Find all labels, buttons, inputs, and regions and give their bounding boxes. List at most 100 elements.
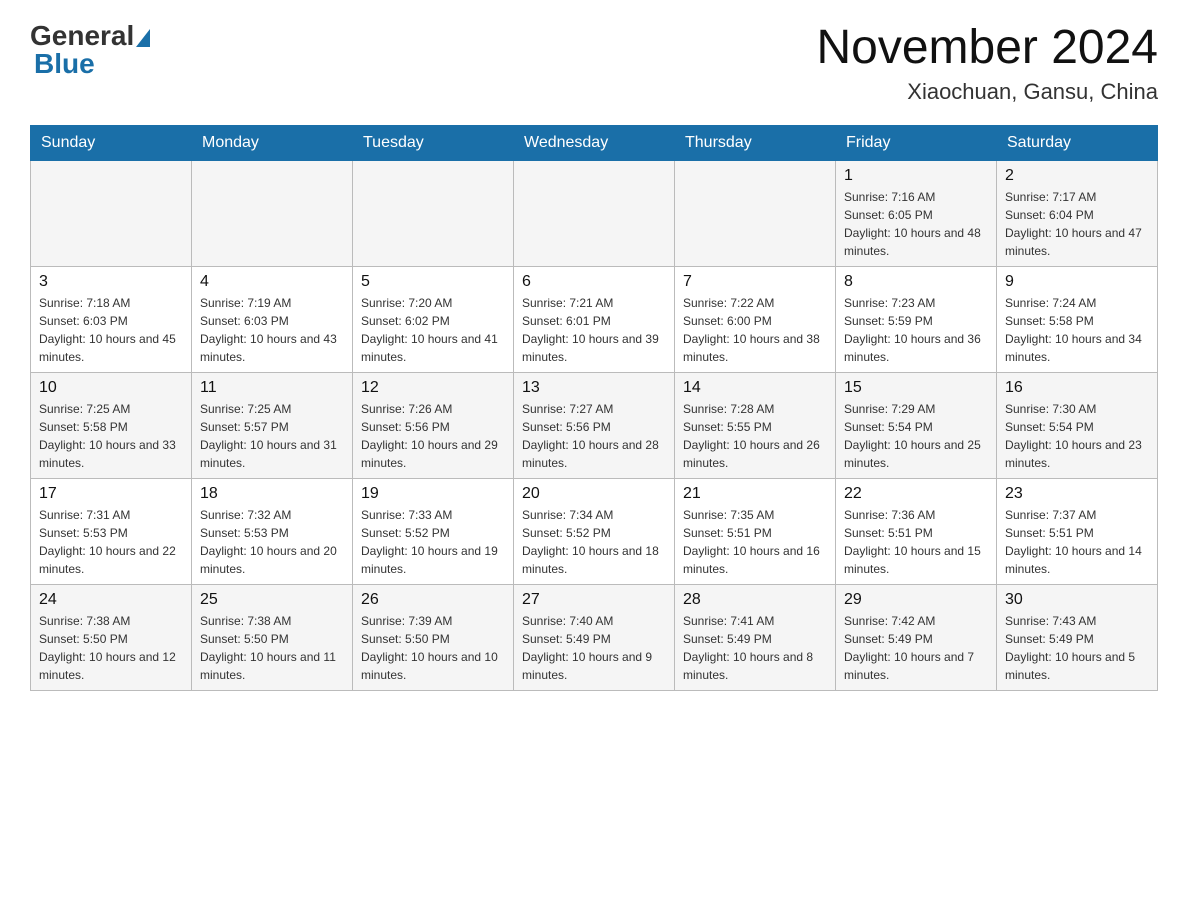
calendar-cell-w5-d4: 28Sunrise: 7:41 AM Sunset: 5:49 PM Dayli… bbox=[675, 585, 836, 691]
day-number-23: 23 bbox=[1005, 485, 1149, 503]
calendar-cell-w3-d3: 13 Sunrise: 7:27 AM Sunset: 5:56 PM Dayli… bbox=[514, 373, 675, 479]
header-tuesday: Tuesday bbox=[353, 126, 514, 161]
calendar-cell-w4-d3: 20 Sunrise: 7:34 AM Sunset: 5:52 PM Dayli… bbox=[514, 479, 675, 585]
day-info-9: Sunrise: 7:24 AM Sunset: 5:58 PM Dayligh… bbox=[1005, 294, 1149, 366]
day-info-10: Sunrise: 7:25 AM Sunset: 5:58 PM Dayligh… bbox=[39, 400, 183, 472]
calendar-cell-w1-d4 bbox=[675, 161, 836, 267]
calendar-cell-w3-d2: 12 Sunrise: 7:26 AM Sunset: 5:56 PM Dayli… bbox=[353, 373, 514, 479]
day-number-21: 21 bbox=[683, 485, 827, 503]
calendar-cell-w5-d1: 25 Sunrise: 7:38 AM Sunset: 5:50 PM Dayli… bbox=[192, 585, 353, 691]
calendar-cell-w4-d0: 17Sunrise: 7:31 AM Sunset: 5:53 PM Dayli… bbox=[31, 479, 192, 585]
day-info-1: Sunrise: 7:16 AM Sunset: 6:05 PM Dayligh… bbox=[844, 188, 988, 260]
day-info-30: Sunrise: 7:43 AM Sunset: 5:49 PM Dayligh… bbox=[1005, 612, 1149, 684]
calendar-cell-w1-d1 bbox=[192, 161, 353, 267]
day-number-12: 12 bbox=[361, 379, 505, 397]
header-saturday: Saturday bbox=[997, 126, 1158, 161]
calendar-cell-w5-d6: 30 Sunrise: 7:43 AM Sunset: 5:49 PM Dayli… bbox=[997, 585, 1158, 691]
day-info-5: Sunrise: 7:20 AM Sunset: 6:02 PM Dayligh… bbox=[361, 294, 505, 366]
calendar-table: Sunday Monday Tuesday Wednesday Thursday… bbox=[30, 125, 1158, 691]
day-info-11: Sunrise: 7:25 AM Sunset: 5:57 PM Dayligh… bbox=[200, 400, 344, 472]
calendar-cell-w4-d2: 19 Sunrise: 7:33 AM Sunset: 5:52 PM Dayli… bbox=[353, 479, 514, 585]
calendar-cell-w3-d4: 14 Sunrise: 7:28 AM Sunset: 5:55 PM Dayli… bbox=[675, 373, 836, 479]
logo: General Blue bbox=[30, 20, 152, 80]
day-info-28: Sunrise: 7:41 AM Sunset: 5:49 PM Dayligh… bbox=[683, 612, 827, 684]
day-number-25: 25 bbox=[200, 591, 344, 609]
day-info-12: Sunrise: 7:26 AM Sunset: 5:56 PM Dayligh… bbox=[361, 400, 505, 472]
day-info-2: Sunrise: 7:17 AM Sunset: 6:04 PM Dayligh… bbox=[1005, 188, 1149, 260]
calendar-cell-w1-d5: 1 Sunrise: 7:16 AM Sunset: 6:05 PM Daylig… bbox=[836, 161, 997, 267]
day-number-29: 29 bbox=[844, 591, 988, 609]
header-sunday: Sunday bbox=[31, 126, 192, 161]
day-number-18: 18 bbox=[200, 485, 344, 503]
calendar-cell-w4-d5: 22Sunrise: 7:36 AM Sunset: 5:51 PM Dayli… bbox=[836, 479, 997, 585]
day-info-3: Sunrise: 7:18 AM Sunset: 6:03 PM Dayligh… bbox=[39, 294, 183, 366]
day-number-14: 14 bbox=[683, 379, 827, 397]
calendar-cell-w1-d2 bbox=[353, 161, 514, 267]
day-number-2: 2 bbox=[1005, 167, 1149, 185]
day-info-4: Sunrise: 7:19 AM Sunset: 6:03 PM Dayligh… bbox=[200, 294, 344, 366]
day-number-24: 24 bbox=[39, 591, 183, 609]
logo-blue-text: Blue bbox=[34, 48, 95, 80]
day-info-20: Sunrise: 7:34 AM Sunset: 5:52 PM Dayligh… bbox=[522, 506, 666, 578]
calendar-cell-w3-d5: 15Sunrise: 7:29 AM Sunset: 5:54 PM Dayli… bbox=[836, 373, 997, 479]
month-title: November 2024 bbox=[816, 20, 1158, 75]
calendar-cell-w2-d6: 9 Sunrise: 7:24 AM Sunset: 5:58 PM Daylig… bbox=[997, 267, 1158, 373]
day-number-13: 13 bbox=[522, 379, 666, 397]
calendar-cell-w4-d1: 18 Sunrise: 7:32 AM Sunset: 5:53 PM Dayli… bbox=[192, 479, 353, 585]
week-row-2: 3 Sunrise: 7:18 AM Sunset: 6:03 PM Daylig… bbox=[31, 267, 1158, 373]
weekday-header-row: Sunday Monday Tuesday Wednesday Thursday… bbox=[31, 126, 1158, 161]
day-info-16: Sunrise: 7:30 AM Sunset: 5:54 PM Dayligh… bbox=[1005, 400, 1149, 472]
calendar-cell-w5-d2: 26Sunrise: 7:39 AM Sunset: 5:50 PM Dayli… bbox=[353, 585, 514, 691]
day-info-7: Sunrise: 7:22 AM Sunset: 6:00 PM Dayligh… bbox=[683, 294, 827, 366]
header-wednesday: Wednesday bbox=[514, 126, 675, 161]
day-info-26: Sunrise: 7:39 AM Sunset: 5:50 PM Dayligh… bbox=[361, 612, 505, 684]
calendar-cell-w1-d3 bbox=[514, 161, 675, 267]
page-header: General Blue November 2024 Xiaochuan, Ga… bbox=[30, 20, 1158, 105]
header-thursday: Thursday bbox=[675, 126, 836, 161]
week-row-1: 1 Sunrise: 7:16 AM Sunset: 6:05 PM Daylig… bbox=[31, 161, 1158, 267]
day-number-17: 17 bbox=[39, 485, 183, 503]
day-number-9: 9 bbox=[1005, 273, 1149, 291]
calendar-cell-w4-d6: 23Sunrise: 7:37 AM Sunset: 5:51 PM Dayli… bbox=[997, 479, 1158, 585]
day-info-24: Sunrise: 7:38 AM Sunset: 5:50 PM Dayligh… bbox=[39, 612, 183, 684]
calendar-cell-w2-d4: 7Sunrise: 7:22 AM Sunset: 6:00 PM Daylig… bbox=[675, 267, 836, 373]
day-number-10: 10 bbox=[39, 379, 183, 397]
day-info-19: Sunrise: 7:33 AM Sunset: 5:52 PM Dayligh… bbox=[361, 506, 505, 578]
day-info-27: Sunrise: 7:40 AM Sunset: 5:49 PM Dayligh… bbox=[522, 612, 666, 684]
calendar-cell-w2-d1: 4 Sunrise: 7:19 AM Sunset: 6:03 PM Daylig… bbox=[192, 267, 353, 373]
calendar-cell-w2-d5: 8Sunrise: 7:23 AM Sunset: 5:59 PM Daylig… bbox=[836, 267, 997, 373]
calendar-cell-w3-d6: 16Sunrise: 7:30 AM Sunset: 5:54 PM Dayli… bbox=[997, 373, 1158, 479]
calendar-cell-w2-d2: 5 Sunrise: 7:20 AM Sunset: 6:02 PM Daylig… bbox=[353, 267, 514, 373]
week-row-5: 24 Sunrise: 7:38 AM Sunset: 5:50 PM Dayli… bbox=[31, 585, 1158, 691]
calendar-cell-w5-d0: 24 Sunrise: 7:38 AM Sunset: 5:50 PM Dayli… bbox=[31, 585, 192, 691]
day-info-8: Sunrise: 7:23 AM Sunset: 5:59 PM Dayligh… bbox=[844, 294, 988, 366]
header-monday: Monday bbox=[192, 126, 353, 161]
day-number-5: 5 bbox=[361, 273, 505, 291]
day-info-13: Sunrise: 7:27 AM Sunset: 5:56 PM Dayligh… bbox=[522, 400, 666, 472]
calendar-cell-w2-d0: 3 Sunrise: 7:18 AM Sunset: 6:03 PM Daylig… bbox=[31, 267, 192, 373]
day-info-18: Sunrise: 7:32 AM Sunset: 5:53 PM Dayligh… bbox=[200, 506, 344, 578]
location-text: Xiaochuan, Gansu, China bbox=[816, 79, 1158, 105]
calendar-cell-w3-d0: 10 Sunrise: 7:25 AM Sunset: 5:58 PM Dayli… bbox=[31, 373, 192, 479]
day-info-22: Sunrise: 7:36 AM Sunset: 5:51 PM Dayligh… bbox=[844, 506, 988, 578]
calendar-cell-w1-d6: 2 Sunrise: 7:17 AM Sunset: 6:04 PM Daylig… bbox=[997, 161, 1158, 267]
day-number-3: 3 bbox=[39, 273, 183, 291]
title-block: November 2024 Xiaochuan, Gansu, China bbox=[816, 20, 1158, 105]
week-row-4: 17Sunrise: 7:31 AM Sunset: 5:53 PM Dayli… bbox=[31, 479, 1158, 585]
day-number-30: 30 bbox=[1005, 591, 1149, 609]
day-number-15: 15 bbox=[844, 379, 988, 397]
day-info-14: Sunrise: 7:28 AM Sunset: 5:55 PM Dayligh… bbox=[683, 400, 827, 472]
header-friday: Friday bbox=[836, 126, 997, 161]
logo-triangle-icon bbox=[136, 29, 150, 47]
week-row-3: 10 Sunrise: 7:25 AM Sunset: 5:58 PM Dayli… bbox=[31, 373, 1158, 479]
day-number-27: 27 bbox=[522, 591, 666, 609]
day-number-6: 6 bbox=[522, 273, 666, 291]
day-number-4: 4 bbox=[200, 273, 344, 291]
day-number-20: 20 bbox=[522, 485, 666, 503]
calendar-cell-w5-d5: 29Sunrise: 7:42 AM Sunset: 5:49 PM Dayli… bbox=[836, 585, 997, 691]
day-number-1: 1 bbox=[844, 167, 988, 185]
calendar-cell-w3-d1: 11Sunrise: 7:25 AM Sunset: 5:57 PM Dayli… bbox=[192, 373, 353, 479]
day-info-25: Sunrise: 7:38 AM Sunset: 5:50 PM Dayligh… bbox=[200, 612, 344, 684]
calendar-cell-w5-d3: 27 Sunrise: 7:40 AM Sunset: 5:49 PM Dayli… bbox=[514, 585, 675, 691]
day-number-19: 19 bbox=[361, 485, 505, 503]
